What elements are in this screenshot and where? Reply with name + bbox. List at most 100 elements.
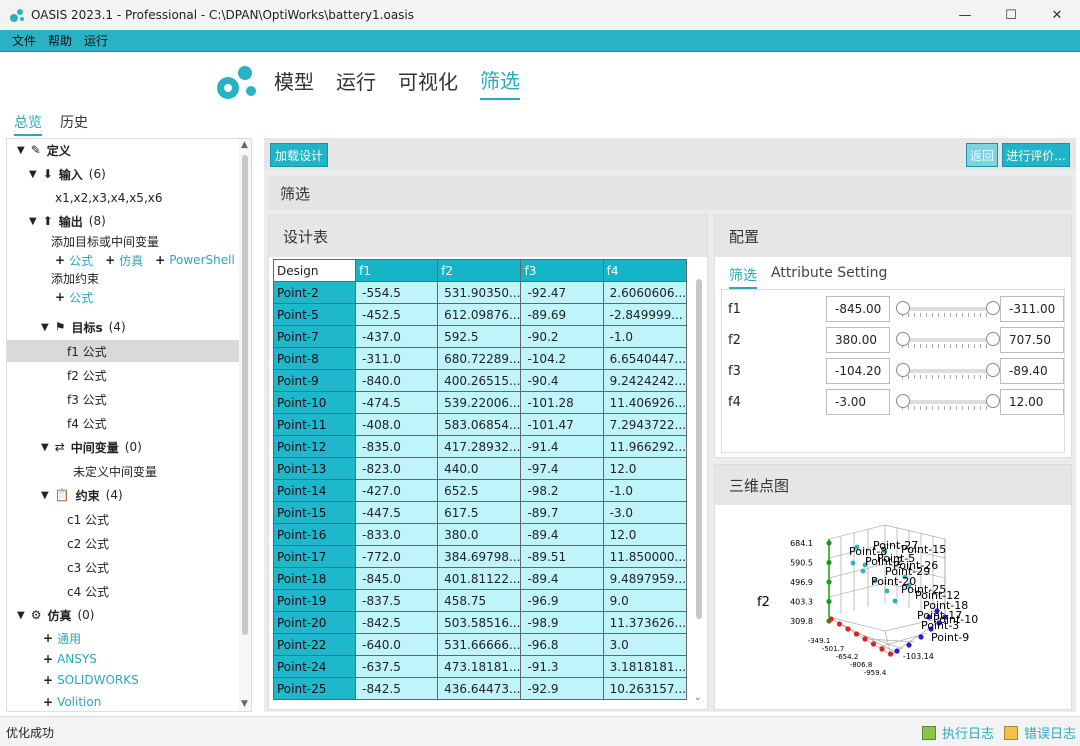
add-powershell-link[interactable]: PowerShell	[169, 253, 235, 267]
value-cell[interactable]: 6.6540447...	[602, 347, 687, 370]
value-cell[interactable]: -90.4	[520, 369, 604, 392]
value-cell[interactable]: -452.5	[355, 303, 439, 326]
design-cell[interactable]: Point-2	[273, 281, 357, 304]
value-cell[interactable]: 9.0	[602, 589, 687, 612]
scroll-up-icon[interactable]: ▲	[241, 140, 248, 150]
value-cell[interactable]: -98.9	[520, 611, 604, 634]
design-cell[interactable]: Point-5	[273, 303, 357, 326]
tree-target-f4[interactable]: f4 公式	[67, 412, 107, 434]
table-row[interactable]: Point-17 -772.0 384.69798... -89.51 11.85000…	[273, 545, 687, 568]
value-cell[interactable]: -437.0	[355, 325, 439, 348]
back-button[interactable]: 返回	[966, 143, 998, 167]
range-max-knob[interactable]	[986, 363, 1000, 377]
filter-max-input[interactable]: -89.40	[1000, 358, 1064, 384]
tree-target-f2[interactable]: f2 公式	[67, 364, 107, 386]
tree-target-f3[interactable]: f3 公式	[67, 388, 107, 410]
design-cell[interactable]: Point-11	[273, 413, 357, 436]
table-row[interactable]: Point-16 -833.0 380.0 -89.4 12.0	[273, 523, 687, 546]
table-row[interactable]: Point-25 -842.5 436.64473... -92.9 10.263157…	[273, 677, 687, 700]
range-max-knob[interactable]	[986, 332, 1000, 346]
table-row[interactable]: Point-24 -637.5 473.18181... -91.3 3.1818181…	[273, 655, 687, 678]
range-track[interactable]	[900, 338, 992, 342]
filter-min-input[interactable]: 380.00	[826, 327, 890, 353]
value-cell[interactable]: -96.9	[520, 589, 604, 612]
value-cell[interactable]: -2.849999...	[602, 303, 687, 326]
value-cell[interactable]: 380.0	[437, 523, 522, 546]
value-cell[interactable]: 10.263157...	[602, 677, 687, 700]
value-cell[interactable]: -837.5	[355, 589, 439, 612]
value-cell[interactable]: -89.69	[520, 303, 604, 326]
column-header[interactable]: f4	[602, 259, 687, 282]
tab-filter[interactable]: 筛选	[480, 65, 520, 100]
value-cell[interactable]: 440.0	[437, 457, 522, 480]
value-cell[interactable]: -97.4	[520, 457, 604, 480]
value-cell[interactable]: 400.26515...	[437, 369, 522, 392]
design-cell[interactable]: Point-9	[273, 369, 357, 392]
table-row[interactable]: Point-13 -823.0 440.0 -97.4 12.0	[273, 457, 687, 480]
range-track[interactable]	[900, 400, 992, 404]
tree-constraint-c4[interactable]: c4 公式	[67, 580, 109, 602]
menu-file[interactable]: 文件	[12, 32, 36, 49]
tree-simulation[interactable]: ▼ ⚙ 仿真 (0)	[17, 604, 94, 626]
tab-visualize[interactable]: 可视化	[398, 66, 458, 99]
add-simulation-link[interactable]: 仿真	[119, 252, 143, 269]
collapse-icon[interactable]: ▼	[41, 442, 49, 453]
value-cell[interactable]: 9.2424242...	[602, 369, 687, 392]
tree-targets[interactable]: ▼ ⚑ 目标s (4)	[41, 316, 126, 338]
table-row[interactable]: Point-8 -311.0 680.72289... -104.2 6.6540447…	[273, 347, 687, 370]
table-row[interactable]: Point-22 -640.0 531.66666... -96.8 3.0	[273, 633, 687, 656]
scroll-down-icon[interactable]: ⌄	[694, 693, 702, 703]
range-track[interactable]	[900, 369, 992, 373]
range-max-knob[interactable]	[986, 394, 1000, 408]
value-cell[interactable]: 458.75	[437, 589, 522, 612]
design-cell[interactable]: Point-24	[273, 655, 357, 678]
design-cell[interactable]: Point-20	[273, 611, 357, 634]
value-cell[interactable]: 417.28932...	[437, 435, 522, 458]
filter-max-input[interactable]: 12.00	[1000, 389, 1064, 415]
value-cell[interactable]: -640.0	[355, 633, 439, 656]
table-row[interactable]: Point-19 -837.5 458.75 -96.9 9.0	[273, 589, 687, 612]
value-cell[interactable]: -833.0	[355, 523, 439, 546]
scatter3d-plot[interactable]: 684.1 590.5 496.9 403.3 309.8 -349.1-501.7-6…	[715, 505, 1071, 709]
maximize-button[interactable]: ☐	[988, 0, 1034, 30]
value-cell[interactable]: -840.0	[355, 369, 439, 392]
value-cell[interactable]: 539.22006...	[437, 391, 522, 414]
value-cell[interactable]: -3.0	[602, 501, 687, 524]
design-cell[interactable]: Point-25	[273, 677, 357, 700]
value-cell[interactable]: -447.5	[355, 501, 439, 524]
value-cell[interactable]: 617.5	[437, 501, 522, 524]
column-header[interactable]: f1	[355, 259, 439, 282]
value-cell[interactable]: -91.3	[520, 655, 604, 678]
scroll-thumb[interactable]	[242, 155, 248, 635]
sim-ansys-link[interactable]: ANSYS	[57, 652, 97, 666]
close-button[interactable]: ✕	[1034, 0, 1080, 30]
tree-define[interactable]: ▼ ✎ 定义	[17, 139, 71, 161]
table-row[interactable]: Point-18 -845.0 401.81122... -89.4 9.4897959…	[273, 567, 687, 590]
design-cell[interactable]: Point-18	[273, 567, 357, 590]
value-cell[interactable]: -89.4	[520, 523, 604, 546]
table-row[interactable]: Point-15 -447.5 617.5 -89.7 -3.0	[273, 501, 687, 524]
column-header[interactable]: Design	[273, 259, 357, 282]
design-cell[interactable]: Point-19	[273, 589, 357, 612]
design-cell[interactable]: Point-13	[273, 457, 357, 480]
collapse-icon[interactable]: ▼	[29, 216, 37, 227]
tree-input[interactable]: ▼ ⬇ 输入 (6)	[29, 163, 106, 185]
collapse-icon[interactable]: ▼	[41, 322, 49, 333]
value-cell[interactable]: -835.0	[355, 435, 439, 458]
tree-constraint-c3[interactable]: c3 公式	[67, 556, 109, 578]
evaluate-button[interactable]: 进行评价...	[1002, 143, 1070, 167]
value-cell[interactable]: -772.0	[355, 545, 439, 568]
filter-min-input[interactable]: -845.00	[826, 296, 890, 322]
value-cell[interactable]: 401.81122...	[437, 567, 522, 590]
value-cell[interactable]: -1.0	[602, 325, 687, 348]
value-cell[interactable]: 384.69798...	[437, 545, 522, 568]
value-cell[interactable]: 531.90350...	[437, 281, 522, 304]
tab-run[interactable]: 运行	[336, 66, 376, 99]
tab-filter-config[interactable]: 筛选	[729, 265, 757, 289]
column-header[interactable]: f3	[520, 259, 604, 282]
value-cell[interactable]: 583.06854...	[437, 413, 522, 436]
value-cell[interactable]: -92.47	[520, 281, 604, 304]
value-cell[interactable]: -637.5	[355, 655, 439, 678]
value-cell[interactable]: -408.0	[355, 413, 439, 436]
value-cell[interactable]: -845.0	[355, 567, 439, 590]
